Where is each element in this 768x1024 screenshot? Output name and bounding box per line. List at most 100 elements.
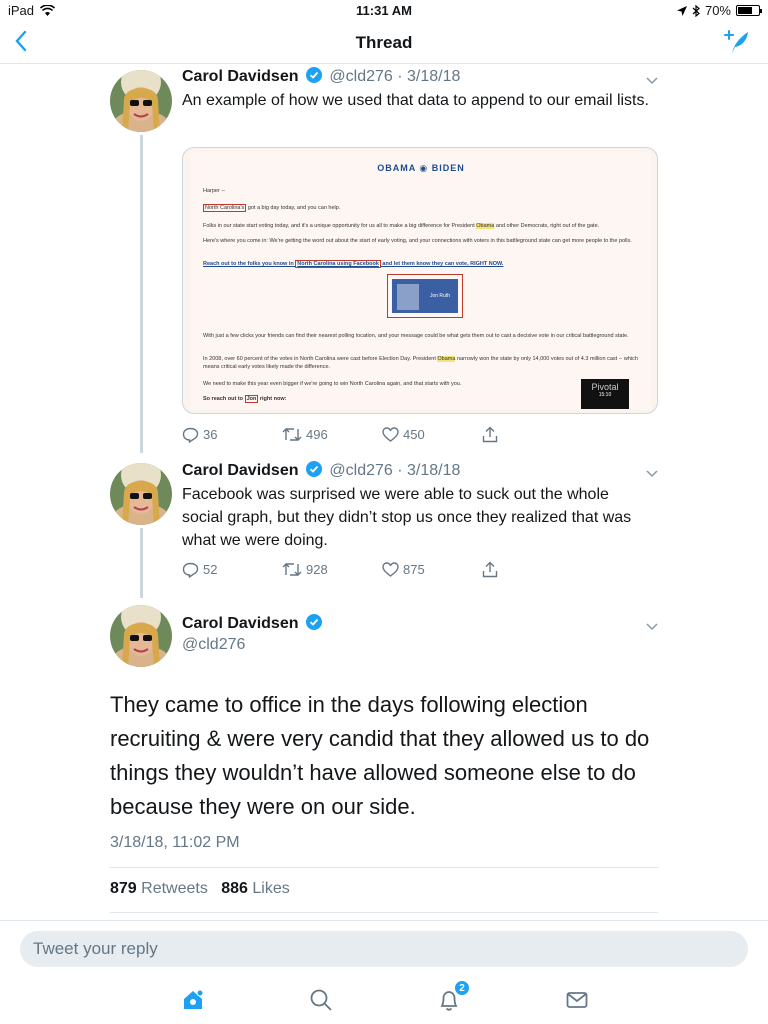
author-handle[interactable]: @cld276 xyxy=(182,636,245,653)
verified-badge-icon xyxy=(305,614,322,630)
verified-badge-icon xyxy=(305,67,322,83)
author-handle[interactable]: @cld276 xyxy=(329,462,392,479)
tab-notifications[interactable]: 2 xyxy=(437,980,470,1012)
chevron-down-icon[interactable] xyxy=(646,74,658,86)
reply-bar: Tweet your reply xyxy=(0,920,768,974)
friend-photo xyxy=(397,284,419,310)
retweet-icon xyxy=(282,428,302,441)
tab-bar: 2 xyxy=(0,974,768,1024)
author-name[interactable]: Carol Davidsen xyxy=(182,68,298,85)
retweet-icon xyxy=(282,563,302,576)
main-tweet-timestamp: 3/18/18, 11:02 PM xyxy=(110,834,240,851)
avatar[interactable] xyxy=(110,70,172,132)
tweet-actions: 36 496 450 xyxy=(182,426,582,443)
battery-level xyxy=(738,7,752,14)
notifications-badge: 2 xyxy=(454,980,470,996)
tweet-date: · 3/18/18 xyxy=(397,462,461,479)
retweet-button[interactable]: 496 xyxy=(282,426,382,443)
watermark-text: Pivotal xyxy=(591,382,619,392)
heart-icon xyxy=(382,562,399,577)
likes-stat[interactable]: 886 Likes xyxy=(221,880,290,897)
tweet-header: Carol Davidsen xyxy=(182,614,325,633)
bluetooth-icon xyxy=(692,4,700,17)
tweet-header: Carol Davidsen @cld276 · 3/18/18 xyxy=(182,67,460,86)
share-button[interactable] xyxy=(482,426,582,443)
battery-icon xyxy=(736,5,762,16)
thread-line xyxy=(140,135,143,453)
share-icon xyxy=(482,426,498,443)
tweet-text: An example of how we used that data to a… xyxy=(182,92,649,109)
retweet-button[interactable]: 928 xyxy=(282,561,382,578)
location-icon xyxy=(676,5,687,16)
email-text: got a big day today, and you can help. xyxy=(246,205,341,211)
friend-box: Jon Ruth xyxy=(387,274,463,318)
email-line: So reach out to Jon right now: xyxy=(203,395,583,403)
email-link-text: Reach out to the folks you know in xyxy=(203,261,296,267)
reply-icon xyxy=(182,562,199,578)
avatar[interactable] xyxy=(110,605,172,667)
retweet-count: 496 xyxy=(306,427,328,442)
share-icon xyxy=(482,561,498,578)
email-text: In 2008, over 60 percent of the votes in… xyxy=(203,356,438,362)
like-button[interactable]: 450 xyxy=(382,426,482,443)
pivotal-watermark: Pivotal 15:10 xyxy=(581,379,629,409)
reply-input[interactable]: Tweet your reply xyxy=(20,931,748,967)
like-count: 450 xyxy=(403,427,425,442)
chevron-down-icon[interactable] xyxy=(646,620,658,632)
tweet-header: @cld276 xyxy=(182,636,245,654)
email-screenshot: OBAMA ◉ BIDEN Harper -- North Carolina's… xyxy=(191,152,651,410)
retweets-count: 879 xyxy=(110,880,137,897)
email-link-text: and let them know they can vote, RIGHT N… xyxy=(380,261,504,267)
email-line: We need to make this year even bigger if… xyxy=(203,381,462,387)
thread-line xyxy=(140,528,143,598)
highlight-box: North Carolina using Facebook xyxy=(295,260,381,268)
main-tweet-text: They came to office in the days followin… xyxy=(110,692,650,819)
likes-count: 886 xyxy=(221,880,248,897)
compose-tweet-button[interactable] xyxy=(724,29,750,60)
author-name[interactable]: Carol Davidsen xyxy=(182,462,298,479)
avatar-photo xyxy=(110,605,172,667)
author-name[interactable]: Carol Davidsen xyxy=(182,615,298,632)
email-text: right now: xyxy=(258,396,287,402)
home-icon xyxy=(184,989,204,1009)
tweet-actions: 52 928 875 xyxy=(182,561,582,578)
author-handle[interactable]: @cld276 xyxy=(329,68,392,85)
status-bar: iPad 11:31 AM 70% xyxy=(0,0,768,22)
friend-name: Jon Ruth xyxy=(429,293,450,299)
retweets-stat[interactable]: 879 Retweets xyxy=(110,880,208,897)
like-count: 875 xyxy=(403,562,425,577)
reply-count: 36 xyxy=(203,427,218,442)
email-text: and other Democrats, right out of the ga… xyxy=(494,223,600,229)
like-button[interactable]: 875 xyxy=(382,561,482,578)
divider xyxy=(110,912,658,913)
tweet-header: Carol Davidsen @cld276 · 3/18/18 xyxy=(182,461,460,480)
nav-bar: Thread xyxy=(0,22,768,64)
email-line: North Carolina's got a big day today, an… xyxy=(203,204,643,212)
reply-count: 52 xyxy=(203,562,218,577)
tab-home[interactable] xyxy=(181,988,205,1012)
search-icon xyxy=(310,989,332,1011)
highlight: Obama xyxy=(476,223,495,229)
tab-messages[interactable] xyxy=(565,988,589,1012)
clock: 11:31 AM xyxy=(356,3,412,18)
reply-button[interactable]: 36 xyxy=(182,426,282,443)
page-title: Thread xyxy=(355,33,413,52)
watermark-time: 15:10 xyxy=(598,392,612,398)
battery-percent: 70% xyxy=(704,3,731,18)
retweets-label: Retweets xyxy=(141,880,208,897)
email-greeting: Harper -- xyxy=(203,188,226,194)
share-button[interactable] xyxy=(482,561,582,578)
verified-badge-icon xyxy=(305,461,322,477)
tweet-image-card[interactable]: OBAMA ◉ BIDEN Harper -- North Carolina's… xyxy=(182,147,658,414)
avatar-photo xyxy=(110,70,172,132)
email-text: Folks in our state start voting today, a… xyxy=(203,223,477,229)
highlight: Obama xyxy=(437,356,456,362)
chevron-down-icon[interactable] xyxy=(646,467,658,479)
highlight-box: Jon xyxy=(244,395,259,403)
retweet-count: 928 xyxy=(306,562,328,577)
avatar-photo xyxy=(110,463,172,525)
tab-search[interactable] xyxy=(309,988,333,1012)
reply-button[interactable]: 52 xyxy=(182,561,282,578)
highlight-box: North Carolina's xyxy=(203,204,247,212)
avatar[interactable] xyxy=(110,463,172,525)
